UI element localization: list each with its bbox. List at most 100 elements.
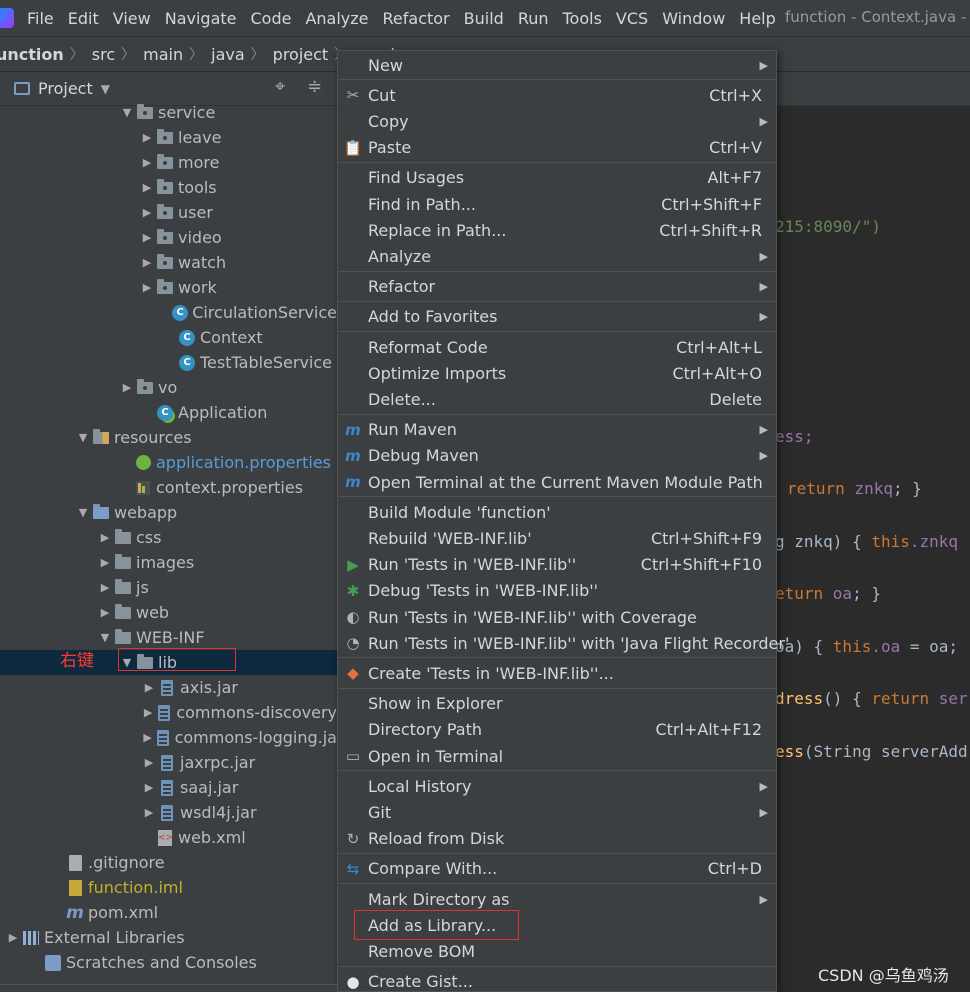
- menu-item-debug-tests-in-web-inf-lib[interactable]: ✱ Debug 'Tests in 'WEB-INF.lib'': [338, 578, 776, 604]
- menu-item-delete[interactable]: Delete... Delete: [338, 386, 776, 412]
- tree-node-css[interactable]: ▶ css: [0, 525, 337, 550]
- menu-item-remove-bom[interactable]: Remove BOM: [338, 938, 776, 964]
- menu-item-add-to-favorites[interactable]: Add to Favorites ▶: [338, 304, 776, 330]
- expand-arrow-right-icon[interactable]: ▶: [118, 381, 136, 394]
- expand-arrow-right-icon[interactable]: ▶: [96, 606, 114, 619]
- expand-arrow-right-icon[interactable]: ▶: [138, 281, 156, 294]
- tree-node-video[interactable]: ▶ video: [0, 225, 337, 250]
- tree-node-resources[interactable]: ▼ resources: [0, 425, 337, 450]
- tree-node-web[interactable]: ▶ web: [0, 600, 337, 625]
- tree-node-jaxrpc-jar[interactable]: ▶ jaxrpc.jar: [0, 750, 337, 775]
- tree-node-work[interactable]: ▶ work: [0, 275, 337, 300]
- menu-item-optimize-imports[interactable]: Optimize Imports Ctrl+Alt+O: [338, 360, 776, 386]
- tree-node-watch[interactable]: ▶ watch: [0, 250, 337, 275]
- tree-node-saaj-jar[interactable]: ▶ saaj.jar: [0, 775, 337, 800]
- expand-arrow-right-icon[interactable]: ▶: [96, 531, 114, 544]
- expand-arrow-right-icon[interactable]: ▶: [138, 181, 156, 194]
- expand-arrow-right-icon[interactable]: ▶: [96, 556, 114, 569]
- expand-arrow-right-icon[interactable]: ▶: [140, 731, 155, 744]
- menu-item-run-tests-in-web-inf-lib-with-coverage[interactable]: ◐ Run 'Tests in 'WEB-INF.lib'' with Cover…: [338, 604, 776, 630]
- expand-arrow-right-icon[interactable]: ▶: [4, 931, 22, 944]
- menu-analyze[interactable]: Analyze: [298, 9, 375, 28]
- expand-arrow-right-icon[interactable]: ▶: [138, 256, 156, 269]
- menu-run[interactable]: Run: [511, 9, 556, 28]
- expand-arrow-right-icon[interactable]: ▶: [138, 156, 156, 169]
- tree-node-images[interactable]: ▶ images: [0, 550, 337, 575]
- tree-node-vo[interactable]: ▶ vo: [0, 375, 337, 400]
- menu-file[interactable]: File: [20, 9, 61, 28]
- breadcrumb-project-pkg[interactable]: project: [265, 45, 335, 64]
- expand-arrow-right-icon[interactable]: ▶: [140, 681, 158, 694]
- project-view-selector[interactable]: Project: [38, 79, 93, 98]
- menu-window[interactable]: Window: [655, 9, 732, 28]
- tree-node-scratches-and-consoles[interactable]: Scratches and Consoles: [0, 950, 337, 975]
- menu-item-show-in-explorer[interactable]: Show in Explorer: [338, 691, 776, 717]
- menu-item-compare-with[interactable]: ⇆ Compare With... Ctrl+D: [338, 856, 776, 882]
- menu-item-cut[interactable]: ✂ Cut Ctrl+X: [338, 82, 776, 108]
- tree-node-context[interactable]: C Context: [0, 325, 337, 350]
- menu-item-run-tests-in-web-inf-lib[interactable]: ▶ Run 'Tests in 'WEB-INF.lib'' Ctrl+Shift+…: [338, 552, 776, 578]
- menu-item-open-in-terminal[interactable]: ▭ Open in Terminal: [338, 743, 776, 769]
- expand-arrow-down-icon[interactable]: ▼: [96, 631, 114, 644]
- expand-arrow-down-icon[interactable]: ▼: [118, 106, 136, 119]
- breadcrumb-project[interactable]: unction: [0, 45, 70, 64]
- menu-item-run-tests-in-web-inf-lib-with-java-flight-recorder[interactable]: ◔ Run 'Tests in 'WEB-INF.lib'' with 'Java…: [338, 630, 789, 656]
- tree-node-application[interactable]: C Application: [0, 400, 337, 425]
- tree-node-web-inf[interactable]: ▼ WEB-INF: [0, 625, 337, 650]
- expand-arrow-right-icon[interactable]: ▶: [138, 131, 156, 144]
- menu-code[interactable]: Code: [244, 9, 299, 28]
- tree-node-js[interactable]: ▶ js: [0, 575, 337, 600]
- menu-item-copy[interactable]: Copy ▶: [338, 108, 776, 134]
- menu-item-find-in-path[interactable]: Find in Path... Ctrl+Shift+F: [338, 191, 776, 217]
- tree-node-webapp[interactable]: ▼ webapp: [0, 500, 337, 525]
- menu-item-find-usages[interactable]: Find Usages Alt+F7: [338, 165, 776, 191]
- expand-arrow-right-icon[interactable]: ▶: [96, 581, 114, 594]
- menu-item-refactor[interactable]: Refactor ▶: [338, 274, 776, 300]
- breadcrumb-main[interactable]: main: [135, 45, 189, 64]
- expand-arrow-right-icon[interactable]: ▶: [140, 706, 156, 719]
- menu-edit[interactable]: Edit: [61, 9, 106, 28]
- expand-arrow-right-icon[interactable]: ▶: [140, 806, 158, 819]
- menu-item-directory-path[interactable]: Directory Path Ctrl+Alt+F12: [338, 717, 776, 743]
- menu-item-mark-directory-as[interactable]: Mark Directory as ▶: [338, 886, 776, 912]
- tree-node-user[interactable]: ▶ user: [0, 200, 337, 225]
- menu-refactor[interactable]: Refactor: [376, 9, 457, 28]
- tree-node-web-xml[interactable]: <> web.xml: [0, 825, 337, 850]
- menu-item-new[interactable]: New ▶: [338, 52, 776, 78]
- tree-node-context-properties[interactable]: context.properties: [0, 475, 337, 500]
- tree-node-application-properties[interactable]: application.properties: [0, 450, 337, 475]
- menu-item-create-tests-in-web-inf-lib[interactable]: ◆ Create 'Tests in 'WEB-INF.lib''...: [338, 660, 776, 686]
- menu-item-open-terminal-at-the-current-maven-module-path[interactable]: m Open Terminal at the Current Maven Modu…: [338, 469, 776, 495]
- menu-item-git[interactable]: Git ▶: [338, 799, 776, 825]
- menu-item-local-history[interactable]: Local History ▶: [338, 773, 776, 799]
- menu-help[interactable]: Help: [732, 9, 782, 28]
- tree-node-more[interactable]: ▶ more: [0, 150, 337, 175]
- collapse-all-icon[interactable]: ≑: [307, 76, 322, 97]
- menu-item-reload-from-disk[interactable]: ↻ Reload from Disk: [338, 826, 776, 852]
- tree-node-leave[interactable]: ▶ leave: [0, 125, 337, 150]
- menu-tools[interactable]: Tools: [556, 9, 609, 28]
- menu-item-replace-in-path[interactable]: Replace in Path... Ctrl+Shift+R: [338, 217, 776, 243]
- expand-arrow-right-icon[interactable]: ▶: [140, 781, 158, 794]
- expand-arrow-down-icon[interactable]: ▼: [74, 506, 92, 519]
- tree-node-testtableservice[interactable]: C TestTableService: [0, 350, 337, 375]
- menu-item-reformat-code[interactable]: Reformat Code Ctrl+Alt+L: [338, 334, 776, 360]
- expand-arrow-down-icon[interactable]: ▼: [74, 431, 92, 444]
- tree-node-wsdl4j-jar[interactable]: ▶ wsdl4j.jar: [0, 800, 337, 825]
- menu-view[interactable]: View: [106, 9, 158, 28]
- tree-node--gitignore[interactable]: .gitignore: [0, 850, 337, 875]
- tree-node-service[interactable]: ▼ service: [0, 100, 337, 125]
- menu-item-build-module-function[interactable]: Build Module 'function': [338, 499, 776, 525]
- tree-node-commons-logging-ja[interactable]: ▶ commons-logging.ja: [0, 725, 337, 750]
- menu-item-create-gist[interactable]: ● Create Gist...: [338, 969, 776, 992]
- tree-node-external-libraries[interactable]: ▶ External Libraries: [0, 925, 337, 950]
- breadcrumb-src[interactable]: src: [84, 45, 121, 64]
- menu-navigate[interactable]: Navigate: [158, 9, 244, 28]
- tree-node-function-iml[interactable]: function.iml: [0, 875, 337, 900]
- tree-node-circulationservice[interactable]: C CirculationService: [0, 300, 337, 325]
- menu-item-rebuild-web-inf-lib[interactable]: Rebuild 'WEB-INF.lib' Ctrl+Shift+F9: [338, 525, 776, 551]
- menu-item-run-maven[interactable]: m Run Maven ▶: [338, 417, 776, 443]
- locate-icon[interactable]: ⌖: [275, 76, 285, 97]
- tree-node-commons-discovery[interactable]: ▶ commons-discovery: [0, 700, 337, 725]
- menu-item-analyze[interactable]: Analyze ▶: [338, 243, 776, 269]
